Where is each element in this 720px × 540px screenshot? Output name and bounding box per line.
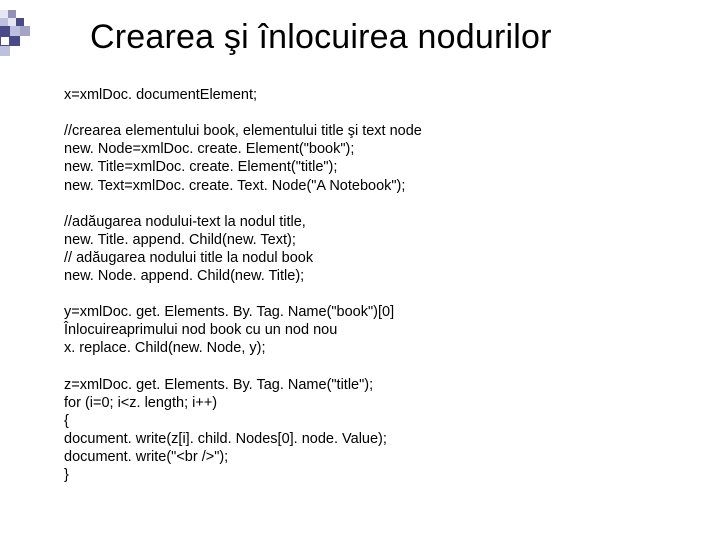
code-line: //crearea elementului book, elementului … (64, 123, 422, 139)
code-line: z=xmlDoc. get. Elements. By. Tag. Name("… (64, 377, 373, 393)
code-line: // adăugarea nodului title la nodul book (64, 250, 313, 266)
code-line: y=xmlDoc. get. Elements. By. Tag. Name("… (64, 304, 394, 320)
code-line: new. Title=xmlDoc. create. Element("titl… (64, 159, 337, 175)
code-block-3: //adăugarea nodului-text la nodul title,… (64, 213, 664, 286)
slide: Crearea şi înlocuirea nodurilor x=xmlDoc… (0, 0, 720, 540)
code-line: Înlocuireaprimului nod book cu un nod no… (64, 322, 337, 338)
code-line: //adăugarea nodului-text la nodul title, (64, 214, 306, 230)
code-block-5: z=xmlDoc. get. Elements. By. Tag. Name("… (64, 376, 664, 485)
decorative-sidebar (0, 0, 36, 540)
code-line: document. write(z[i]. child. Nodes[0]. n… (64, 431, 387, 447)
code-line: new. Node=xmlDoc. create. Element("book"… (64, 141, 354, 157)
code-line: new. Title. append. Child(new. Text); (64, 232, 296, 248)
code-line: for (i=0; i<z. length; i++) (64, 395, 217, 411)
code-line: x=xmlDoc. documentElement; (64, 87, 257, 103)
slide-body: x=xmlDoc. documentElement; //crearea ele… (64, 86, 664, 484)
code-line: x. replace. Child(new. Node, y); (64, 340, 265, 356)
code-line: } (64, 467, 69, 483)
code-line: document. write("<br />"); (64, 449, 228, 465)
code-block-4: y=xmlDoc. get. Elements. By. Tag. Name("… (64, 303, 664, 357)
slide-title: Crearea şi înlocuirea nodurilor (90, 18, 552, 57)
code-line: { (64, 413, 69, 429)
code-line: new. Node. append. Child(new. Title); (64, 268, 304, 284)
code-line: new. Text=xmlDoc. create. Text. Node("A … (64, 178, 405, 194)
code-block-2: //crearea elementului book, elementului … (64, 122, 664, 195)
code-block-1: x=xmlDoc. documentElement; (64, 86, 664, 104)
